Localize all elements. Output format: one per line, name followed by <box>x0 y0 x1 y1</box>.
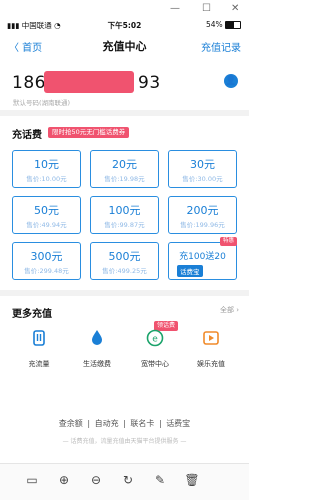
zoom-out-icon[interactable]: ⊖ <box>88 472 104 488</box>
phone-prefix: 186 <box>12 73 46 93</box>
battery-indicator: 54% <box>206 20 241 29</box>
contacts-icon[interactable]: 👤 <box>224 74 238 88</box>
option-price: 售价:49.94元 <box>26 221 67 229</box>
link-huafeibao[interactable]: 话费宝 <box>166 419 190 428</box>
entertainment-icon <box>203 331 219 345</box>
recharge-option-30[interactable]: 30元 售价:30.00元 <box>168 150 237 188</box>
option-price: 售价:30.00元 <box>182 175 223 183</box>
maximize-button[interactable]: ☐ <box>202 3 211 15</box>
footer-links: 查余额 | 自动充 | 联名卡 | 话费宝 <box>0 418 249 429</box>
phone-suffix: 93 <box>138 73 161 93</box>
recharge-option-100[interactable]: 100元 售价:99.87元 <box>90 196 159 234</box>
recharge-section-title: 充话费 <box>12 130 42 141</box>
recharge-option-500[interactable]: 500元 售价:499.25元 <box>90 242 159 280</box>
broadband-icon: e <box>146 329 164 347</box>
battery-icon <box>225 21 241 29</box>
option-price: 售价:499.25元 <box>102 267 147 275</box>
screen-icon[interactable]: ▭ <box>24 472 40 488</box>
recharge-option-300[interactable]: 300元 售价:299.48元 <box>12 242 81 280</box>
link-separator: | <box>87 419 91 428</box>
recharge-option-promo[interactable]: 特惠 充100送20 话费宝 <box>168 237 237 280</box>
recharge-option-20[interactable]: 20元 售价:19.98元 <box>90 150 159 188</box>
footer-note: — 话费充值，流量充值由天猫平台提供服务 — <box>62 438 187 445</box>
option-amount: 200元 <box>186 204 219 217</box>
edit-icon[interactable]: ✎ <box>152 472 168 488</box>
option-price: 售价:10.00元 <box>26 175 67 183</box>
link-separator: | <box>158 419 162 428</box>
option-amount: 充100送20 <box>179 252 226 262</box>
minimize-button[interactable]: — <box>170 3 180 15</box>
data-icon <box>33 330 45 346</box>
option-price: 售价:299.48元 <box>24 267 69 275</box>
phone-carrier-note: 默认号码(湖南联通) <box>13 99 71 107</box>
service-utility[interactable]: 生活缴费 <box>66 325 128 375</box>
option-amount: 30元 <box>190 158 215 171</box>
service-broadband[interactable]: 领话费 e 宽带中心 <box>124 321 186 375</box>
huafeibao-logo: 话费宝 <box>177 265 203 277</box>
more-recharge-title: 更多充值 <box>12 309 52 320</box>
close-button[interactable]: ✕ <box>231 3 239 15</box>
service-data[interactable]: 充流量 <box>8 325 70 375</box>
option-amount: 20元 <box>112 158 137 171</box>
utility-icon <box>92 330 102 345</box>
option-price: 售价:99.87元 <box>104 221 145 229</box>
service-label: 充流量 <box>28 360 50 368</box>
option-amount: 10元 <box>34 158 59 171</box>
promo-banner[interactable]: 限时抢50元无门槛话费券 <box>48 127 130 138</box>
link-separator: | <box>123 419 126 428</box>
option-amount: 300元 <box>30 250 63 263</box>
recharge-option-50[interactable]: 50元 售价:49.94元 <box>12 196 81 234</box>
option-amount: 500元 <box>108 250 141 263</box>
section-divider <box>0 290 249 296</box>
recharge-option-10[interactable]: 10元 售价:10.00元 <box>12 150 81 188</box>
delete-icon[interactable]: 🗑 <box>184 472 200 488</box>
option-amount: 100元 <box>108 204 141 217</box>
phone-number[interactable]: 186 93 <box>12 71 160 93</box>
rotate-icon[interactable]: ↻ <box>120 472 136 488</box>
service-entertainment[interactable]: 娱乐充值 <box>180 325 242 375</box>
redaction-mask <box>44 71 134 93</box>
zoom-in-icon[interactable]: ⊕ <box>56 472 72 488</box>
option-price: 售价:19.98元 <box>104 175 145 183</box>
navigation-bar: 〈 首页 充值中心 充值记录 <box>0 36 249 56</box>
viewer-toolbar: ▭ ⊕ ⊖ ↻ ✎ 🗑 <box>0 463 249 500</box>
option-amount: 50元 <box>34 204 59 217</box>
recharge-option-200[interactable]: 200元 售价:199.96元 <box>168 196 237 234</box>
service-label: 生活缴费 <box>83 360 111 368</box>
option-price: 售价:199.96元 <box>180 221 225 229</box>
special-offer-badge: 特惠 <box>219 237 237 246</box>
link-auto-recharge[interactable]: 自动充 <box>95 419 119 428</box>
window-title-bar: — ☐ ✕ <box>0 0 249 18</box>
svg-text:e: e <box>152 335 158 345</box>
service-label: 娱乐充值 <box>197 360 225 368</box>
battery-percent: 54% <box>205 20 223 29</box>
status-bar: ▮▮▮ 中国联通 ◔ 下午5:02 54% <box>0 18 249 32</box>
link-cobrand-card[interactable]: 联名卡 <box>130 419 154 428</box>
service-label: 宽带中心 <box>141 360 169 368</box>
see-all-link[interactable]: 全部 › <box>220 305 239 315</box>
link-check-balance[interactable]: 查余额 <box>59 419 83 428</box>
section-divider <box>0 110 249 116</box>
recharge-record-link[interactable]: 充值记录 <box>201 39 241 54</box>
